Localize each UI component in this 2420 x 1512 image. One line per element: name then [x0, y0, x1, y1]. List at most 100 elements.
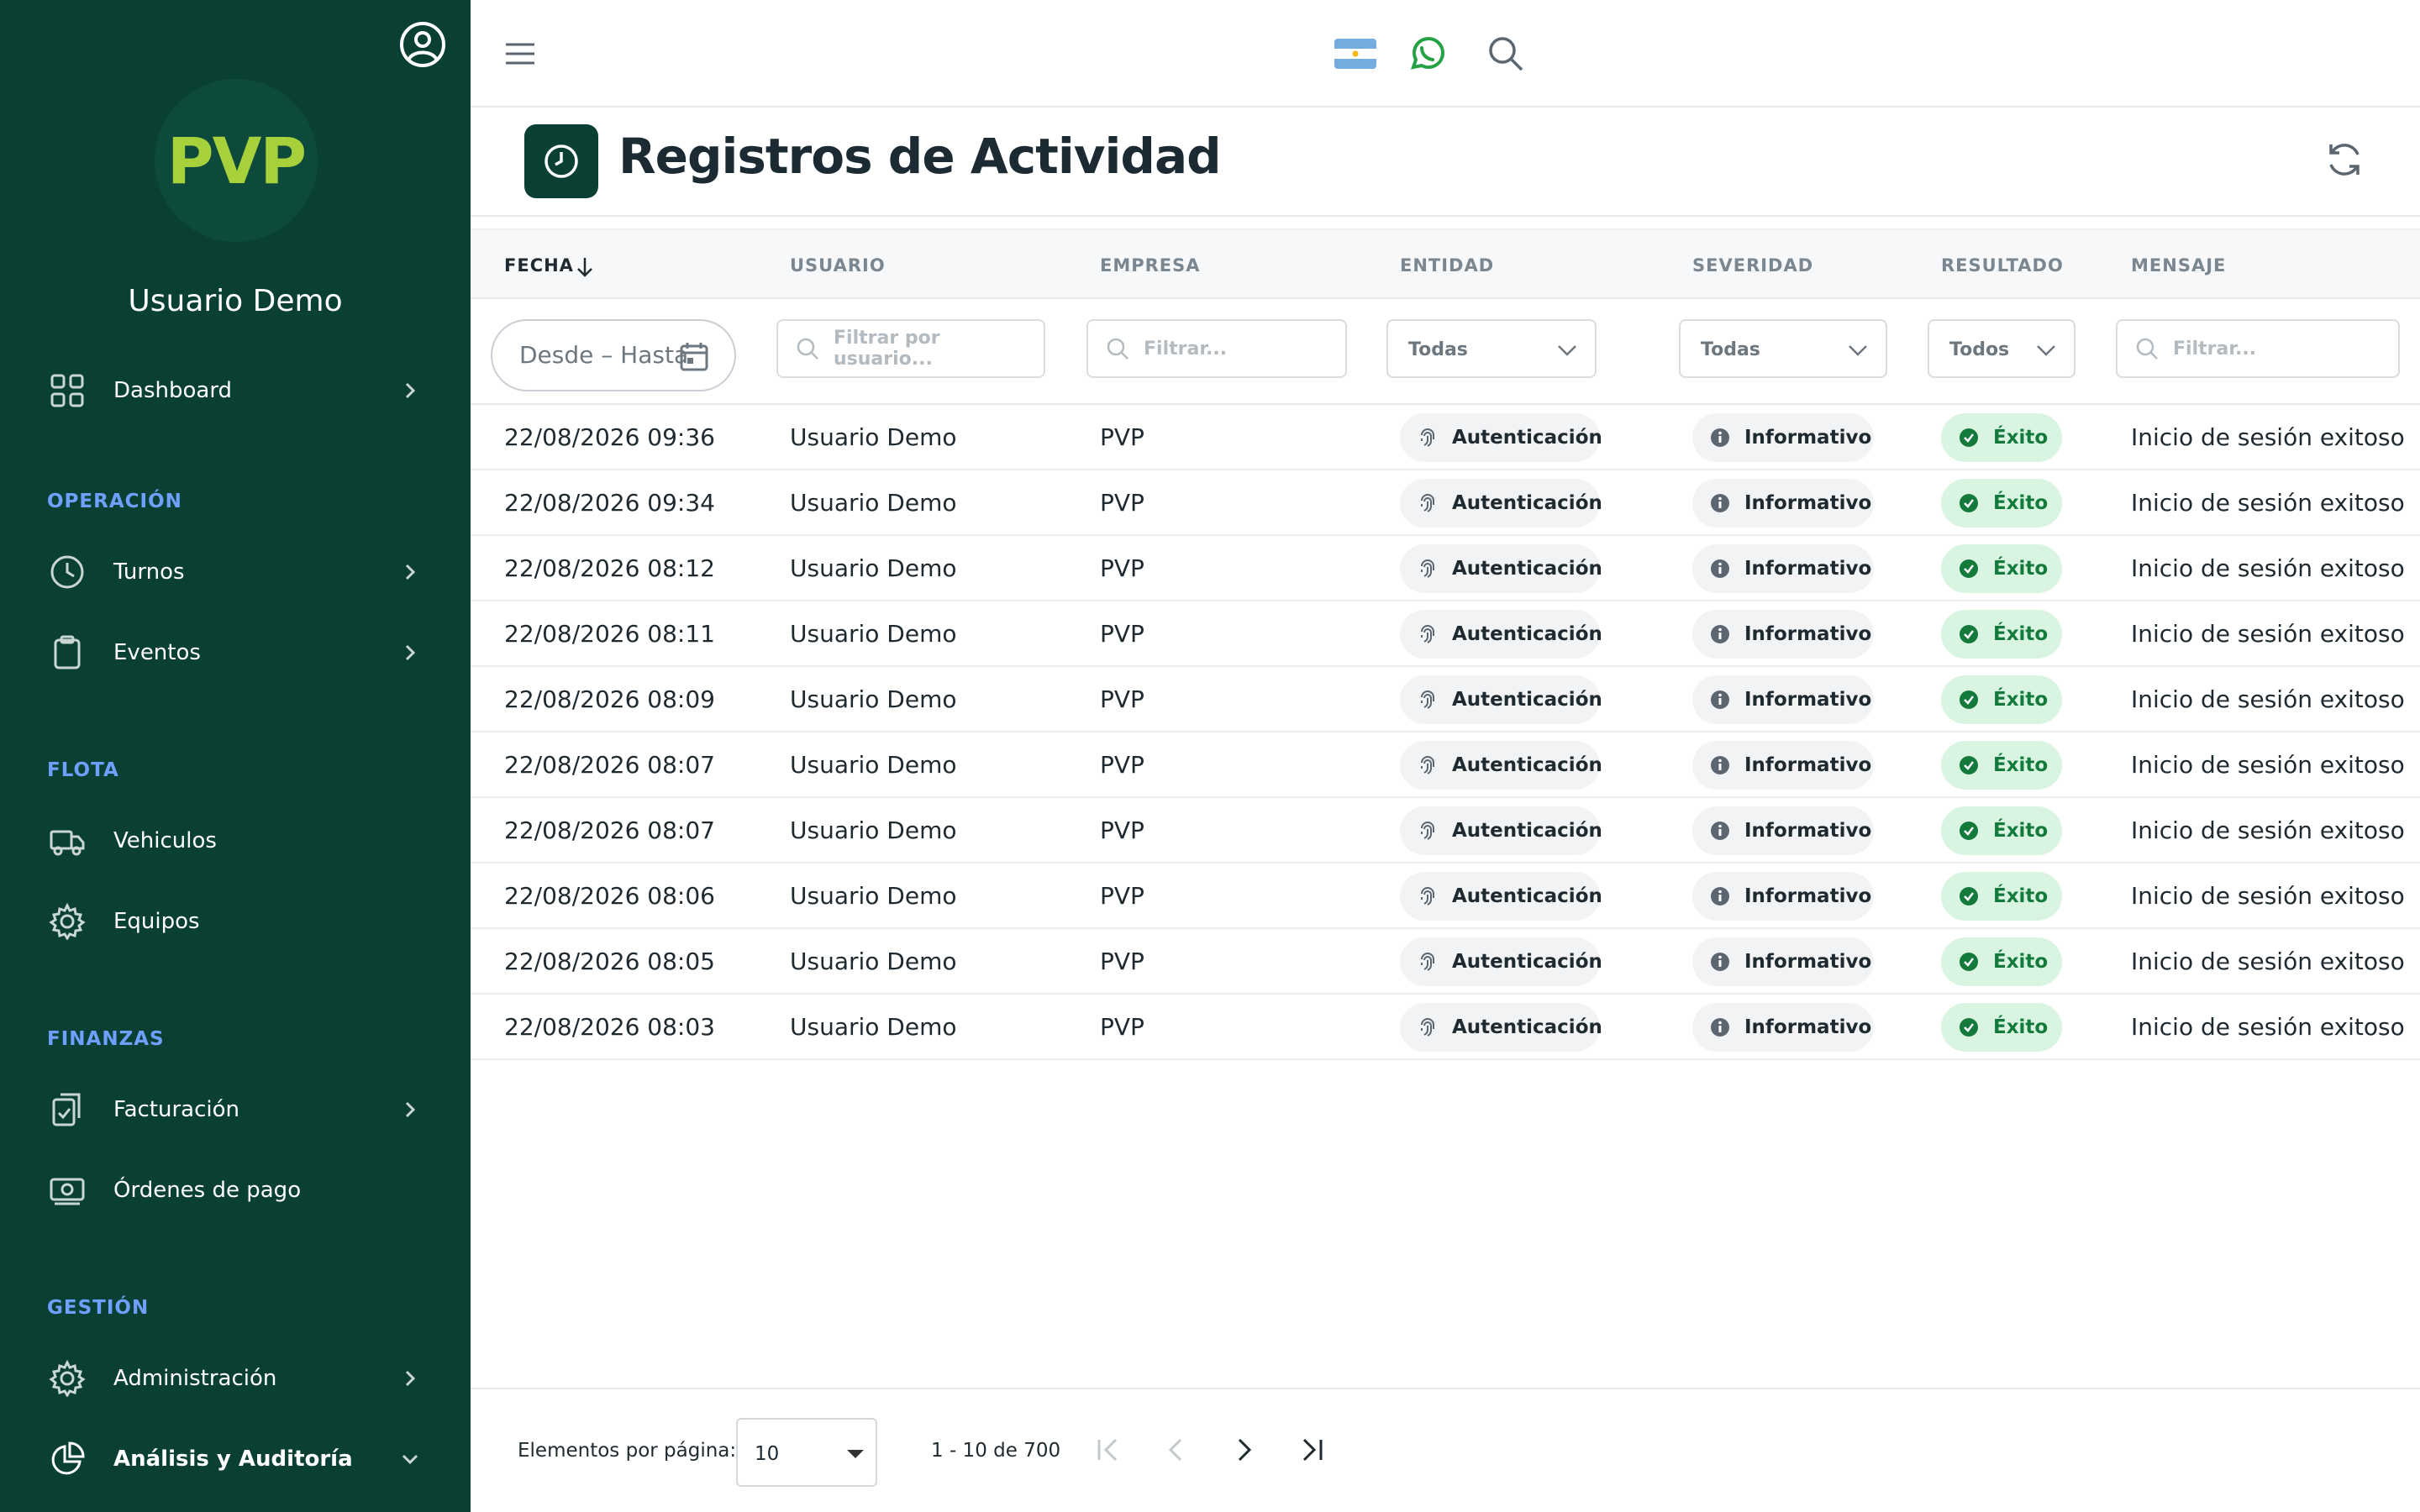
sidebar-item-label: Órdenes de pago: [113, 1178, 302, 1203]
severity-chip: Informativo: [1692, 479, 1874, 528]
col-mensaje[interactable]: MENSAJE: [2131, 255, 2226, 276]
table-row[interactable]: 22/08/2026 09:36 Usuario Demo PVP Autentica…: [471, 405, 2420, 470]
sidebar-item-vehiculos[interactable]: Vehiculos: [0, 807, 471, 874]
entity-chip-label: Autenticación: [1452, 885, 1602, 907]
severidad-filter-select[interactable]: Todas: [1679, 319, 1887, 378]
cell-empresa: PVP: [1100, 554, 1144, 582]
sidebar-item-facturacion[interactable]: Facturación: [0, 1076, 471, 1143]
cell-empresa: PVP: [1100, 489, 1144, 517]
cell-mensaje: Inicio de sesión exitoso: [2131, 816, 2405, 844]
last-page-icon[interactable]: [1292, 1431, 1329, 1468]
cell-empresa: PVP: [1100, 816, 1144, 844]
filter-row: Desde – Hasta Filtrar por usuario... Fil…: [471, 299, 2420, 405]
argentina-flag-icon[interactable]: [1334, 39, 1376, 69]
entidad-filter-value: Todas: [1408, 339, 1468, 360]
entidad-filter-select[interactable]: Todas: [1386, 319, 1597, 378]
empresa-filter-input[interactable]: Filtrar...: [1086, 319, 1347, 378]
chevron-right-icon: [405, 382, 416, 399]
check-circle-icon: [1960, 1018, 1978, 1037]
section-title-finanzas: FINANZAS: [47, 1028, 165, 1050]
fingerprint-icon: [1421, 690, 1434, 709]
check-circle-icon: [1960, 559, 1978, 578]
check-circle-icon: [1960, 428, 1978, 447]
table-row[interactable]: 22/08/2026 09:34 Usuario Demo PVP Autentica…: [471, 470, 2420, 536]
cell-usuario: Usuario Demo: [790, 1013, 957, 1041]
entity-chip: Autenticación: [1400, 937, 1602, 986]
per-page-label: Elementos por página:: [518, 1440, 737, 1462]
sort-arrow-down-icon[interactable]: [575, 255, 595, 279]
cell-mensaje: Inicio de sesión exitoso: [2131, 620, 2405, 648]
cell-mensaje: Inicio de sesión exitoso: [2131, 1013, 2405, 1041]
entity-chip-label: Autenticación: [1452, 951, 1602, 973]
info-icon: [1711, 887, 1729, 906]
per-page-select[interactable]: 10: [736, 1418, 877, 1487]
sidebar-item-turnos[interactable]: Turnos: [0, 538, 471, 606]
table-row[interactable]: 22/08/2026 08:03 Usuario Demo PVP Autentica…: [471, 995, 2420, 1060]
cell-empresa: PVP: [1100, 1013, 1144, 1041]
calendar-icon[interactable]: [677, 339, 711, 373]
pie-chart-icon: [51, 1441, 85, 1475]
resultado-filter-select[interactable]: Todos: [1928, 319, 2075, 378]
previous-page-icon[interactable]: [1158, 1431, 1195, 1468]
entity-chip: Autenticación: [1400, 872, 1602, 921]
invoice-check-icon: [52, 1093, 81, 1126]
mensaje-filter-placeholder: Filtrar...: [2173, 338, 2257, 360]
date-range-input[interactable]: Desde – Hasta: [491, 319, 736, 391]
sidebar-item-ordenes-de-pago[interactable]: Órdenes de pago: [0, 1157, 471, 1224]
resultado-filter-value: Todos: [1949, 339, 2010, 360]
cell-usuario: Usuario Demo: [790, 620, 957, 648]
entity-chip-label: Autenticación: [1452, 1016, 1602, 1038]
sidebar-item-label: Equipos: [113, 909, 200, 934]
entity-chip: Autenticación: [1400, 610, 1602, 659]
sidebar-item-analisis-auditoria[interactable]: Análisis y Auditoría: [0, 1425, 471, 1493]
fingerprint-icon: [1421, 953, 1434, 971]
cell-empresa: PVP: [1100, 751, 1144, 779]
search-icon[interactable]: [1486, 34, 1526, 74]
check-circle-icon: [1960, 887, 1978, 906]
severity-chip: Informativo: [1692, 806, 1874, 855]
sidebar-item-eventos[interactable]: Eventos: [0, 619, 471, 686]
col-fecha[interactable]: FECHA: [504, 255, 574, 276]
next-page-icon[interactable]: [1225, 1431, 1262, 1468]
table-row[interactable]: 22/08/2026 08:05 Usuario Demo PVP Autentica…: [471, 929, 2420, 995]
banknote-icon: [50, 1178, 85, 1205]
table-row[interactable]: 22/08/2026 08:11 Usuario Demo PVP Autentica…: [471, 601, 2420, 667]
col-resultado[interactable]: RESULTADO: [1941, 255, 2064, 276]
mensaje-filter-input[interactable]: Filtrar...: [2116, 319, 2400, 378]
whatsapp-icon[interactable]: [1407, 34, 1447, 74]
severity-chip-label: Informativo: [1744, 885, 1872, 907]
hamburger-menu-icon[interactable]: [502, 37, 538, 71]
cell-mensaje: Inicio de sesión exitoso: [2131, 948, 2405, 975]
severidad-filter-value: Todas: [1701, 339, 1760, 360]
sidebar-item-label: Dashboard: [113, 378, 233, 403]
table-row[interactable]: 22/08/2026 08:12 Usuario Demo PVP Autentica…: [471, 536, 2420, 601]
result-chip: Éxito: [1941, 741, 2062, 790]
user-circle-icon[interactable]: [398, 20, 447, 69]
first-page-icon[interactable]: [1091, 1431, 1128, 1468]
entity-chip-label: Autenticación: [1452, 689, 1602, 711]
logo-text: PVP: [166, 123, 307, 198]
table-row[interactable]: 22/08/2026 08:09 Usuario Demo PVP Autentica…: [471, 667, 2420, 732]
table-row[interactable]: 22/08/2026 08:07 Usuario Demo PVP Autentica…: [471, 798, 2420, 864]
search-icon: [797, 338, 818, 360]
table-header: FECHA USUARIO EMPRESA ENTIDAD SEVERIDAD …: [471, 228, 2420, 299]
table-row[interactable]: 22/08/2026 08:06 Usuario Demo PVP Autentica…: [471, 864, 2420, 929]
result-chip-label: Éxito: [1993, 951, 2049, 973]
col-usuario[interactable]: USUARIO: [790, 255, 886, 276]
section-title-gestion: GESTIÓN: [47, 1297, 150, 1319]
cell-usuario: Usuario Demo: [790, 882, 957, 910]
table-row[interactable]: 22/08/2026 08:07 Usuario Demo PVP Autentica…: [471, 732, 2420, 798]
col-empresa[interactable]: EMPRESA: [1100, 255, 1201, 276]
title-badge: [524, 124, 598, 198]
refresh-icon[interactable]: [2323, 138, 2366, 181]
entity-chip: Autenticación: [1400, 741, 1602, 790]
cell-mensaje: Inicio de sesión exitoso: [2131, 882, 2405, 910]
cell-usuario: Usuario Demo: [790, 554, 957, 582]
sidebar-item-dashboard[interactable]: Dashboard: [0, 357, 471, 424]
sidebar-item-equipos[interactable]: Equipos: [0, 888, 471, 955]
severity-chip: Informativo: [1692, 1003, 1874, 1052]
sidebar-item-administracion[interactable]: Administración: [0, 1345, 471, 1412]
col-entidad[interactable]: ENTIDAD: [1400, 255, 1494, 276]
col-severidad[interactable]: SEVERIDAD: [1692, 255, 1813, 276]
usuario-filter-input[interactable]: Filtrar por usuario...: [776, 319, 1045, 378]
